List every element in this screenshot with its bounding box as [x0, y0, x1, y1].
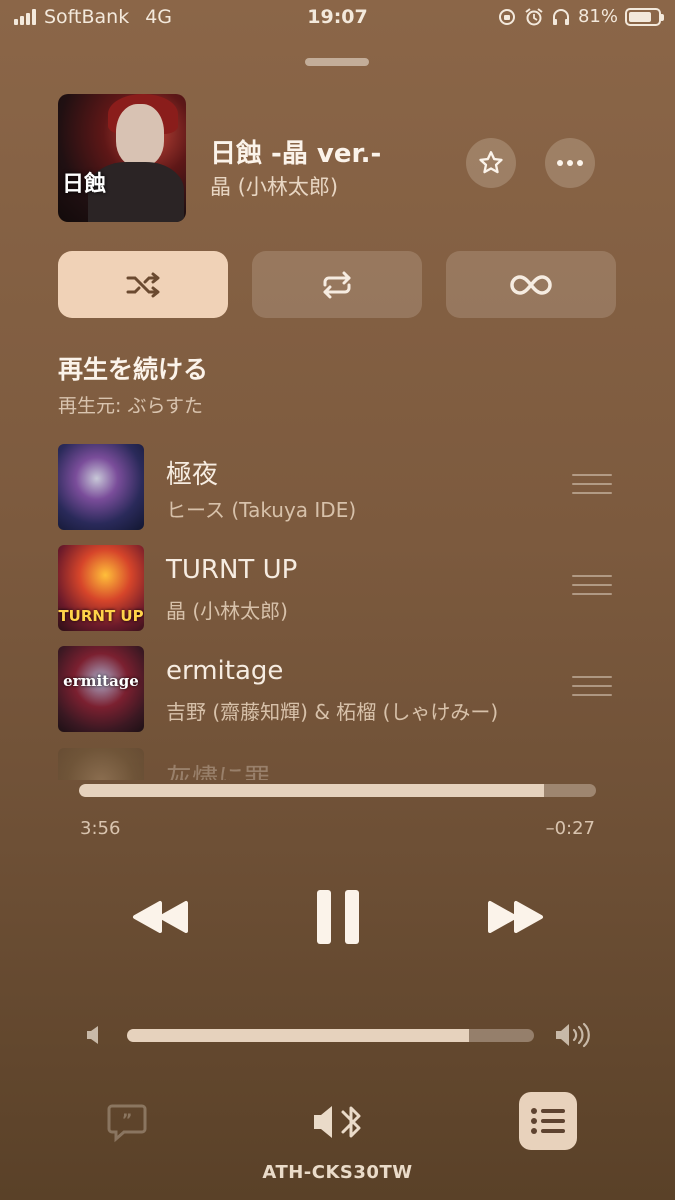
previous-track-button[interactable]	[126, 888, 196, 946]
fast-forward-icon	[488, 901, 543, 933]
speaker-bluetooth-icon	[314, 1106, 361, 1138]
ellipsis-icon	[557, 160, 583, 166]
reorder-handle-icon[interactable]	[572, 575, 612, 597]
repeat-icon	[323, 271, 351, 298]
artwork-title-text: 日蝕	[62, 172, 107, 197]
playback-scrubber[interactable]	[79, 784, 596, 797]
shuffle-icon	[126, 272, 160, 297]
now-playing-artwork: 日蝕	[58, 94, 186, 222]
track-artwork: TURNT UP	[58, 545, 144, 631]
star-icon	[479, 151, 503, 174]
track-artist: 吉野 (齋藤知輝) & 柘榴 (しゃけみー)	[166, 700, 499, 724]
track-title: TURNT UP	[166, 555, 298, 585]
alarm-icon	[524, 7, 544, 27]
reorder-handle-icon[interactable]	[572, 676, 612, 698]
now-playing-title: 日蝕 -晶 ver.-	[210, 139, 382, 169]
queue-source: 再生元: ぶらすた	[58, 395, 204, 417]
battery-percent: 81%	[577, 6, 618, 27]
rewind-icon	[133, 901, 188, 933]
autoplay-button[interactable]	[446, 251, 616, 318]
now-playing-artist[interactable]: 晶 (小林太郎)	[210, 171, 338, 201]
list-item[interactable]: ermitage ermitage 吉野 (齋藤知輝) & 柘榴 (しゃけみー)	[0, 642, 675, 732]
queue-heading: 再生を続ける	[58, 355, 209, 384]
output-device-name: ATH-CKS30TW	[262, 1162, 413, 1183]
battery-icon	[625, 7, 664, 26]
lyrics-button[interactable]: ”	[105, 1100, 149, 1144]
repeat-button[interactable]	[252, 251, 422, 318]
volume-high-icon	[553, 1020, 593, 1050]
track-title: 灰燼に罪	[166, 764, 271, 780]
infinity-icon	[510, 274, 552, 295]
pause-button[interactable]	[310, 886, 366, 948]
volume-slider[interactable]	[127, 1029, 534, 1042]
audio-output-button[interactable]	[310, 1098, 366, 1146]
track-artist: 晶 (小林太郎)	[166, 599, 288, 623]
sheet-grabber[interactable]	[305, 58, 369, 66]
pause-icon	[317, 890, 359, 944]
track-artwork: ermitage	[58, 646, 144, 732]
track-artwork	[58, 444, 144, 530]
next-track-button[interactable]	[480, 888, 550, 946]
track-title: 極夜	[166, 460, 219, 490]
elapsed-time: 3:56	[80, 818, 121, 839]
list-item[interactable]: 灰燼に罪	[0, 744, 675, 780]
list-item[interactable]: TURNT UP TURNT UP 晶 (小林太郎)	[0, 541, 675, 631]
remaining-time: –0:27	[545, 818, 595, 839]
volume-low-icon	[82, 1022, 104, 1048]
svg-text:”: ”	[122, 1110, 133, 1129]
track-artist: ヒース (Takuya IDE)	[166, 498, 357, 522]
headphones-icon	[551, 7, 571, 27]
status-icons: 81%	[497, 6, 664, 27]
list-item[interactable]: 極夜 ヒース (Takuya IDE)	[0, 440, 675, 530]
queue-button[interactable]	[519, 1092, 577, 1150]
shuffle-button[interactable]	[58, 251, 228, 318]
more-options-button[interactable]	[545, 138, 595, 188]
orientation-lock-icon	[497, 7, 517, 27]
queue-list[interactable]: 極夜 ヒース (Takuya IDE) TURNT UP TURNT UP 晶 …	[0, 440, 675, 780]
track-artwork	[58, 748, 144, 780]
reorder-handle-icon[interactable]	[572, 474, 612, 496]
status-bar: SoftBank 4G 19:07 81%	[0, 0, 675, 40]
favorite-button[interactable]	[466, 138, 516, 188]
list-icon	[531, 1108, 565, 1134]
track-title: ermitage	[166, 656, 284, 686]
lyrics-icon: ”	[107, 1104, 147, 1143]
